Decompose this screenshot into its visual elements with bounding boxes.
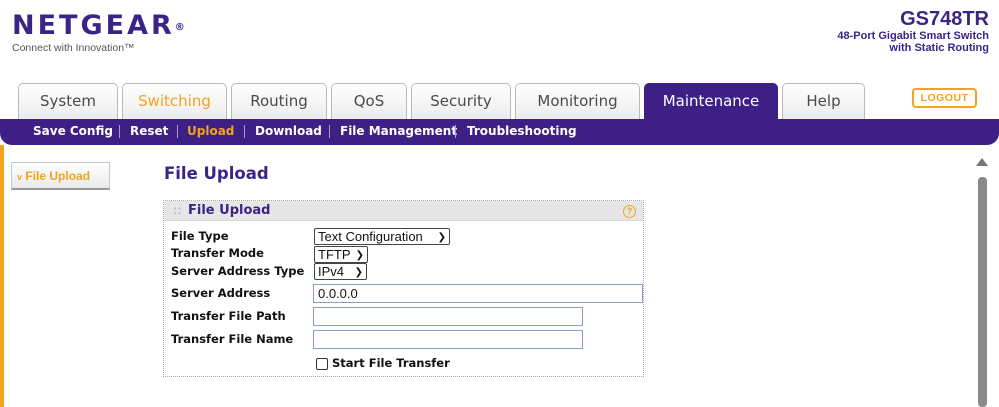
subnav-download[interactable]: Download <box>255 119 322 143</box>
model-name: GS748TR <box>900 8 989 30</box>
model-info: GS748TR 48-Port Gigabit Smart Switch wit… <box>837 8 989 54</box>
subnav-separator <box>455 125 456 138</box>
transfer-mode-select[interactable]: TFTP ❯ <box>314 246 368 263</box>
tab-maintenance[interactable]: Maintenance <box>644 83 778 119</box>
scroll-up-arrow-icon[interactable] <box>976 158 988 166</box>
subnav-separator <box>244 125 245 138</box>
tab-system[interactable]: System <box>18 83 118 119</box>
file-upload-panel: :: File Upload ? File Type Text Configur… <box>163 200 644 377</box>
subnav-separator <box>329 125 330 138</box>
sidebar-item-label: File Upload <box>25 169 91 183</box>
subnav-bar: Save Config Reset Upload Download File M… <box>0 119 999 145</box>
tab-monitoring[interactable]: Monitoring <box>515 83 640 119</box>
transfer-mode-value: TFTP <box>318 247 351 262</box>
subnav-save-config[interactable]: Save Config <box>33 119 113 143</box>
logout-button[interactable]: LOGOUT <box>912 88 977 108</box>
registered-mark: ® <box>174 22 185 33</box>
file-type-select[interactable]: Text Configuration ❯ <box>314 228 450 245</box>
chevron-down-icon: ❯ <box>355 250 364 261</box>
page-title: File Upload <box>164 164 269 183</box>
transfer-file-path-input[interactable] <box>313 307 583 326</box>
logo-tagline: Connect with Innovation™ <box>12 42 135 54</box>
subnav-separator <box>119 125 120 138</box>
transfer-mode-label: Transfer Mode <box>171 246 264 260</box>
transfer-file-path-label: Transfer File Path <box>171 309 286 323</box>
subnav-separator <box>177 125 178 138</box>
panel-header: :: File Upload ? <box>164 201 643 221</box>
file-type-value: Text Configuration <box>318 229 423 244</box>
subnav-file-management[interactable]: File Management <box>340 119 457 143</box>
tab-routing[interactable]: Routing <box>231 83 327 119</box>
start-file-transfer-label[interactable]: Start File Transfer <box>332 356 450 370</box>
header: NETGEAR® Connect with Innovation™ GS748T… <box>0 0 999 82</box>
start-file-transfer-checkbox[interactable] <box>316 358 328 370</box>
grip-dots-icon: :: <box>173 202 182 217</box>
chevron-down-icon: ❯ <box>354 267 363 278</box>
model-description-line2: with Static Routing <box>889 42 989 54</box>
tab-security[interactable]: Security <box>411 83 511 119</box>
tab-switching[interactable]: Switching <box>122 83 227 119</box>
tab-help[interactable]: Help <box>782 83 865 119</box>
model-description-line1: 48-Port Gigabit Smart Switch <box>837 30 989 42</box>
tab-qos[interactable]: QoS <box>331 83 407 119</box>
server-address-input[interactable]: 0.0.0.0 <box>313 284 643 303</box>
logo-word: NETGEAR <box>12 10 175 41</box>
model-description: 48-Port Gigabit Smart Switch with Static… <box>837 30 989 54</box>
subnav-troubleshooting[interactable]: Troubleshooting <box>467 119 577 143</box>
sidebar-item-file-upload[interactable]: v File Upload <box>11 162 110 190</box>
help-icon[interactable]: ? <box>623 205 636 218</box>
transfer-file-name-input[interactable] <box>313 330 583 349</box>
left-accent-bar <box>0 145 4 407</box>
server-address-label: Server Address <box>171 286 271 300</box>
file-type-label: File Type <box>171 229 229 243</box>
server-address-type-label: Server Address Type <box>171 264 305 278</box>
chevron-down-icon: ❯ <box>437 232 446 243</box>
scrollbar-thumb[interactable] <box>978 177 987 407</box>
netgear-logo[interactable]: NETGEAR® Connect with Innovation™ <box>12 10 185 55</box>
transfer-file-name-label: Transfer File Name <box>171 332 294 346</box>
server-address-type-value: IPv4 <box>318 264 345 279</box>
panel-title: File Upload <box>188 203 271 218</box>
subnav-upload[interactable]: Upload <box>187 119 234 143</box>
server-address-type-select[interactable]: IPv4 ❯ <box>314 263 367 280</box>
subnav-reset[interactable]: Reset <box>130 119 168 143</box>
chevron-down-icon: v <box>17 172 23 182</box>
